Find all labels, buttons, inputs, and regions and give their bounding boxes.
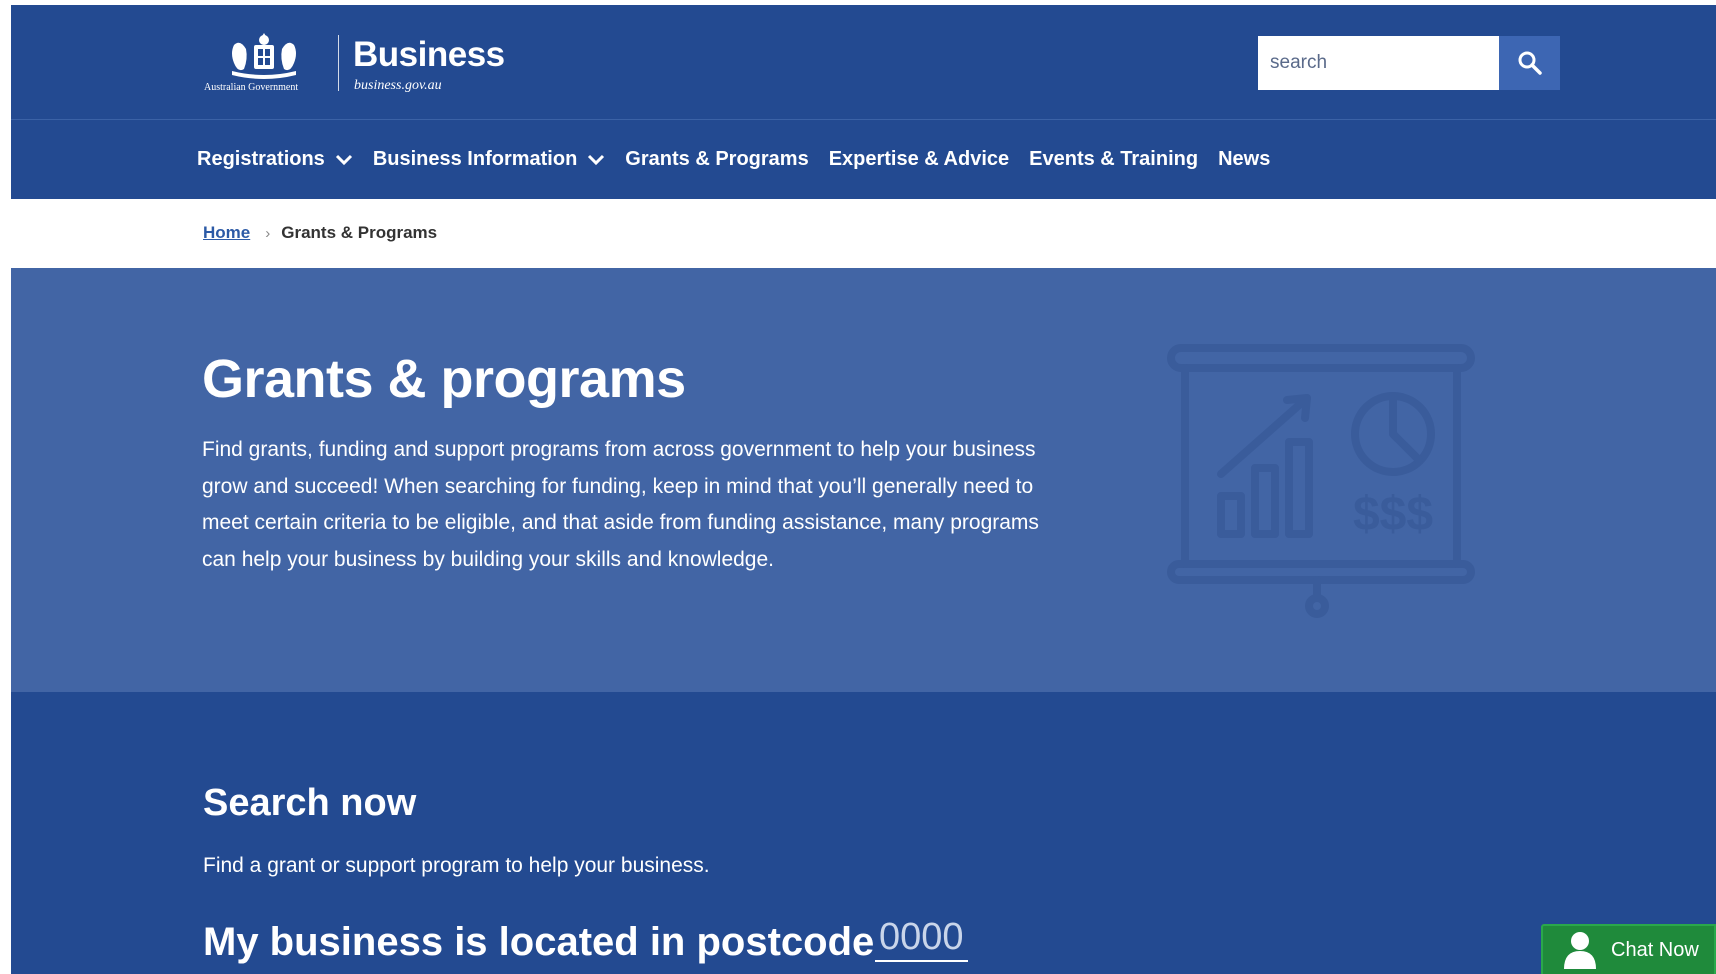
chevron-down-icon <box>335 154 352 165</box>
breadcrumb-bar: Home › Grants & Programs <box>11 199 1716 268</box>
nav-item-label: News <box>1218 148 1271 170</box>
illustration-dollar-text: $$$ <box>1353 488 1433 541</box>
crest-icon <box>232 33 296 79</box>
breadcrumb-home-link[interactable]: Home <box>203 223 250 243</box>
person-icon <box>1564 932 1596 969</box>
search-input[interactable] <box>1258 36 1499 90</box>
postcode-input[interactable] <box>875 914 968 962</box>
chat-now-label: Chat Now <box>1611 938 1699 961</box>
hero-banner: Grants & programs Find grants, funding a… <box>11 268 1716 692</box>
nav-item-registrations[interactable]: Registrations <box>197 148 353 171</box>
search-icon <box>1518 51 1542 75</box>
brand-url: business.gov.au <box>354 78 442 93</box>
nav-item-news[interactable]: News <box>1218 148 1270 171</box>
main-nav: Registrations Business Information Grant… <box>11 120 1716 199</box>
nav-item-business-information[interactable]: Business Information <box>373 148 605 171</box>
search-button[interactable] <box>1499 36 1560 90</box>
nav-item-events-training[interactable]: Events & Training <box>1029 148 1198 171</box>
chevron-down-icon <box>588 154 605 165</box>
nav-item-label: Grants & Programs <box>625 148 809 170</box>
breadcrumb: Home › Grants & Programs <box>203 223 437 243</box>
coat-of-arms-logo: Australian Government <box>204 29 324 99</box>
logo-divider <box>338 35 339 91</box>
postcode-label: My business is located in postcode <box>203 920 875 964</box>
site-logo[interactable]: Australian Government Business business.… <box>204 29 524 99</box>
breadcrumb-current: Grants & Programs <box>281 223 438 242</box>
nav-items: Registrations Business Information Grant… <box>197 120 1290 199</box>
nav-item-label: Business Information <box>372 148 578 170</box>
nav-item-label: Events & Training <box>1029 148 1199 170</box>
brand-name: Business <box>353 35 505 74</box>
breadcrumb-separator: › <box>265 224 271 242</box>
chat-now-button[interactable]: Chat Now <box>1541 924 1716 974</box>
nav-item-expertise-advice[interactable]: Expertise & Advice <box>829 148 1009 171</box>
search-now-title: Search now <box>203 782 417 824</box>
nav-item-label: Registrations <box>197 148 325 170</box>
page-title: Grants & programs <box>202 349 686 409</box>
site-header: Australian Government Business business.… <box>11 5 1716 120</box>
hero-description: Find grants, funding and support program… <box>202 438 1039 571</box>
search-now-description: Find a grant or support program to help … <box>203 854 710 877</box>
presentation-board-icon: $$$ <box>1167 344 1475 618</box>
search-now-section: Search now Find a grant or support progr… <box>11 692 1716 974</box>
nav-item-grants-programs[interactable]: Grants & Programs <box>625 148 808 171</box>
nav-item-label: Expertise & Advice <box>828 148 1010 170</box>
government-label: Australian Government <box>204 82 299 93</box>
